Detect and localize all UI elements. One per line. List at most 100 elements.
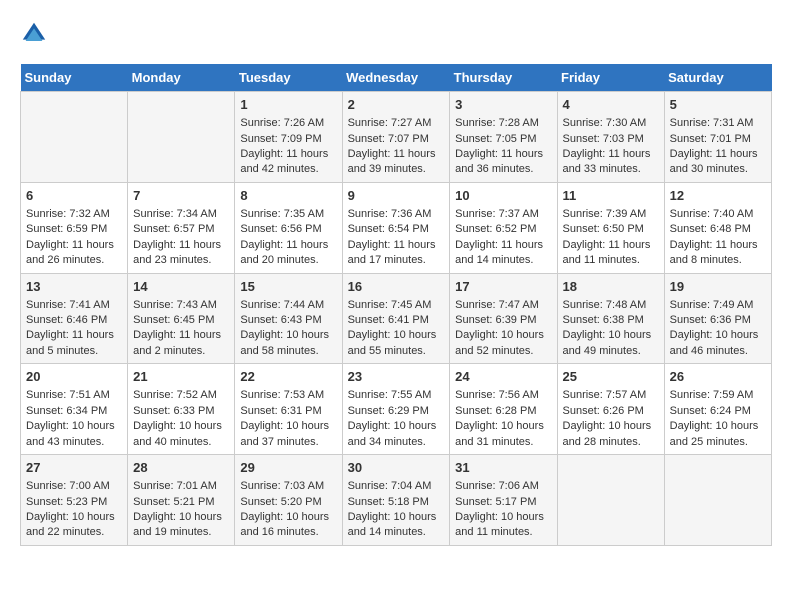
calendar-cell: 22Sunrise: 7:53 AMSunset: 6:31 PMDayligh… bbox=[235, 364, 342, 455]
day-number: 9 bbox=[348, 187, 445, 205]
day-number: 12 bbox=[670, 187, 766, 205]
day-info: Daylight: 10 hours and 25 minutes. bbox=[670, 419, 766, 450]
day-info: Sunset: 6:43 PM bbox=[240, 313, 336, 328]
day-info: Sunset: 6:54 PM bbox=[348, 222, 445, 237]
day-info: Daylight: 10 hours and 49 minutes. bbox=[563, 328, 659, 359]
day-number: 1 bbox=[240, 96, 336, 114]
day-info: Daylight: 10 hours and 37 minutes. bbox=[240, 419, 336, 450]
day-number: 13 bbox=[26, 278, 122, 296]
day-number: 7 bbox=[133, 187, 229, 205]
day-number: 16 bbox=[348, 278, 445, 296]
day-number: 3 bbox=[455, 96, 551, 114]
calendar-cell: 31Sunrise: 7:06 AMSunset: 5:17 PMDayligh… bbox=[450, 455, 557, 546]
calendar-cell: 4Sunrise: 7:30 AMSunset: 7:03 PMDaylight… bbox=[557, 92, 664, 183]
calendar-cell: 19Sunrise: 7:49 AMSunset: 6:36 PMDayligh… bbox=[664, 273, 771, 364]
calendar-cell: 9Sunrise: 7:36 AMSunset: 6:54 PMDaylight… bbox=[342, 182, 450, 273]
day-info: Sunrise: 7:32 AM bbox=[26, 207, 122, 222]
day-info: Sunrise: 7:00 AM bbox=[26, 479, 122, 494]
day-info: Daylight: 10 hours and 14 minutes. bbox=[348, 510, 445, 541]
calendar-cell: 6Sunrise: 7:32 AMSunset: 6:59 PMDaylight… bbox=[21, 182, 128, 273]
day-info: Daylight: 10 hours and 22 minutes. bbox=[26, 510, 122, 541]
day-info: Daylight: 11 hours and 17 minutes. bbox=[348, 238, 445, 269]
day-number: 2 bbox=[348, 96, 445, 114]
day-info: Daylight: 11 hours and 2 minutes. bbox=[133, 328, 229, 359]
day-info: Sunrise: 7:44 AM bbox=[240, 298, 336, 313]
page-header bbox=[20, 20, 772, 48]
day-info: Daylight: 11 hours and 8 minutes. bbox=[670, 238, 766, 269]
calendar-week-2: 6Sunrise: 7:32 AMSunset: 6:59 PMDaylight… bbox=[21, 182, 772, 273]
day-info: Sunset: 6:45 PM bbox=[133, 313, 229, 328]
day-info: Sunrise: 7:27 AM bbox=[348, 116, 445, 131]
day-info: Sunset: 6:56 PM bbox=[240, 222, 336, 237]
day-info: Daylight: 10 hours and 40 minutes. bbox=[133, 419, 229, 450]
day-info: Daylight: 10 hours and 46 minutes. bbox=[670, 328, 766, 359]
day-info: Sunrise: 7:56 AM bbox=[455, 388, 551, 403]
calendar-cell: 17Sunrise: 7:47 AMSunset: 6:39 PMDayligh… bbox=[450, 273, 557, 364]
calendar-cell bbox=[557, 455, 664, 546]
day-info: Sunrise: 7:40 AM bbox=[670, 207, 766, 222]
calendar-week-5: 27Sunrise: 7:00 AMSunset: 5:23 PMDayligh… bbox=[21, 455, 772, 546]
day-info: Daylight: 11 hours and 14 minutes. bbox=[455, 238, 551, 269]
day-info: Daylight: 10 hours and 34 minutes. bbox=[348, 419, 445, 450]
day-info: Sunset: 5:17 PM bbox=[455, 495, 551, 510]
weekday-header-sunday: Sunday bbox=[21, 64, 128, 92]
weekday-header-tuesday: Tuesday bbox=[235, 64, 342, 92]
calendar-week-3: 13Sunrise: 7:41 AMSunset: 6:46 PMDayligh… bbox=[21, 273, 772, 364]
day-info: Sunrise: 7:03 AM bbox=[240, 479, 336, 494]
day-info: Sunset: 6:57 PM bbox=[133, 222, 229, 237]
day-number: 25 bbox=[563, 368, 659, 386]
weekday-header-friday: Friday bbox=[557, 64, 664, 92]
calendar-cell: 15Sunrise: 7:44 AMSunset: 6:43 PMDayligh… bbox=[235, 273, 342, 364]
day-info: Sunrise: 7:26 AM bbox=[240, 116, 336, 131]
day-number: 4 bbox=[563, 96, 659, 114]
calendar-cell bbox=[21, 92, 128, 183]
weekday-header-monday: Monday bbox=[128, 64, 235, 92]
weekday-header-wednesday: Wednesday bbox=[342, 64, 450, 92]
day-info: Sunset: 7:05 PM bbox=[455, 132, 551, 147]
calendar-cell: 16Sunrise: 7:45 AMSunset: 6:41 PMDayligh… bbox=[342, 273, 450, 364]
logo-icon bbox=[20, 20, 48, 48]
day-info: Sunrise: 7:28 AM bbox=[455, 116, 551, 131]
day-info: Sunset: 6:41 PM bbox=[348, 313, 445, 328]
calendar-cell: 29Sunrise: 7:03 AMSunset: 5:20 PMDayligh… bbox=[235, 455, 342, 546]
calendar-cell: 28Sunrise: 7:01 AMSunset: 5:21 PMDayligh… bbox=[128, 455, 235, 546]
day-info: Sunset: 7:09 PM bbox=[240, 132, 336, 147]
calendar-cell: 18Sunrise: 7:48 AMSunset: 6:38 PMDayligh… bbox=[557, 273, 664, 364]
day-info: Sunset: 5:21 PM bbox=[133, 495, 229, 510]
day-number: 15 bbox=[240, 278, 336, 296]
day-info: Daylight: 10 hours and 55 minutes. bbox=[348, 328, 445, 359]
day-info: Daylight: 10 hours and 11 minutes. bbox=[455, 510, 551, 541]
calendar-week-1: 1 Sunrise: 7:26 AMSunset: 7:09 PM Daylight… bbox=[21, 92, 772, 183]
day-info: Sunrise: 7:51 AM bbox=[26, 388, 122, 403]
day-info: Sunset: 6:38 PM bbox=[563, 313, 659, 328]
day-info: Sunset: 6:34 PM bbox=[26, 404, 122, 419]
day-number: 6 bbox=[26, 187, 122, 205]
day-number: 14 bbox=[133, 278, 229, 296]
day-number: 10 bbox=[455, 187, 551, 205]
calendar-cell: 14Sunrise: 7:43 AMSunset: 6:45 PMDayligh… bbox=[128, 273, 235, 364]
day-info: Sunset: 6:39 PM bbox=[455, 313, 551, 328]
day-info: Sunrise: 7:39 AM bbox=[563, 207, 659, 222]
day-info: Sunrise: 7:34 AM bbox=[133, 207, 229, 222]
calendar-cell: 21Sunrise: 7:52 AMSunset: 6:33 PMDayligh… bbox=[128, 364, 235, 455]
day-info: Daylight: 11 hours and 36 minutes. bbox=[455, 147, 551, 178]
weekday-header-saturday: Saturday bbox=[664, 64, 771, 92]
calendar-cell: 7Sunrise: 7:34 AMSunset: 6:57 PMDaylight… bbox=[128, 182, 235, 273]
day-number: 11 bbox=[563, 187, 659, 205]
calendar-cell: 10Sunrise: 7:37 AMSunset: 6:52 PMDayligh… bbox=[450, 182, 557, 273]
day-number: 17 bbox=[455, 278, 551, 296]
day-info: Sunset: 6:26 PM bbox=[563, 404, 659, 419]
day-info: Sunset: 6:46 PM bbox=[26, 313, 122, 328]
day-info: Daylight: 11 hours and 11 minutes. bbox=[563, 238, 659, 269]
calendar-cell: 20Sunrise: 7:51 AMSunset: 6:34 PMDayligh… bbox=[21, 364, 128, 455]
day-info: Sunrise: 7:48 AM bbox=[563, 298, 659, 313]
day-info: Sunrise: 7:57 AM bbox=[563, 388, 659, 403]
calendar-cell: 1Sunrise: 7:26 AMSunset: 7:09 PMDaylight… bbox=[235, 92, 342, 183]
calendar-cell bbox=[128, 92, 235, 183]
day-number: 30 bbox=[348, 459, 445, 477]
day-info: Sunrise: 7:37 AM bbox=[455, 207, 551, 222]
day-info: Sunset: 6:29 PM bbox=[348, 404, 445, 419]
day-number: 21 bbox=[133, 368, 229, 386]
calendar-cell: 26Sunrise: 7:59 AMSunset: 6:24 PMDayligh… bbox=[664, 364, 771, 455]
day-info: Sunset: 5:18 PM bbox=[348, 495, 445, 510]
